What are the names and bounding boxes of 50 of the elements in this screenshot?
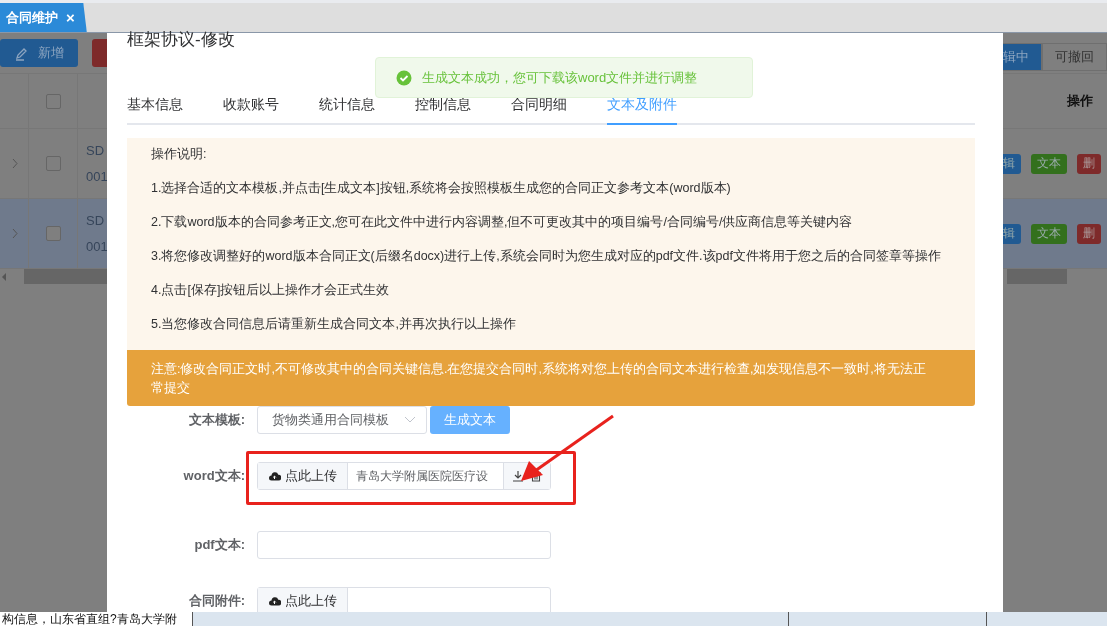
table-cell-text: 001 (86, 167, 107, 186)
text-button[interactable]: 文本 (1031, 153, 1067, 174)
success-toast: 生成文本成功，您可下载该word文件并进行调整 (375, 57, 753, 98)
column-header: 操作 (1067, 92, 1093, 110)
add-button[interactable]: 新增 (0, 39, 78, 67)
instruction-text: 2.下载word版本的合同参考正文,您可在此文件中进行内容调整,但不可更改其中的项目编号/合同编号/供应商信息等关键内容 (151, 214, 854, 231)
template-select[interactable]: 货物类通用合同模板 (257, 406, 427, 434)
checkbox[interactable] (45, 156, 61, 171)
delete-button[interactable]: 删 (1077, 223, 1101, 244)
cloud-upload-icon (268, 594, 281, 608)
tab[interactable]: 合同明细 (511, 96, 567, 123)
upload-button[interactable]: 点此上传 (258, 588, 348, 614)
edit-button[interactable]: 辑 (1003, 223, 1021, 244)
status-tab[interactable]: 可撤回 (1042, 43, 1107, 71)
tab[interactable]: 合同维护 × (0, 3, 87, 32)
table-cell-text: 001 (86, 237, 107, 256)
text-button[interactable]: 文本 (1031, 223, 1067, 244)
field-label: pdf文本: (193, 536, 245, 554)
checkbox[interactable] (45, 93, 61, 109)
instructions-heading: 操作说明: (151, 146, 208, 163)
generate-button[interactable]: 生成文本 (430, 406, 510, 434)
status-text: 构信息，山东省直组?青岛大学附 (0, 612, 193, 626)
scrollbar-track (1007, 269, 1067, 284)
instruction-text: 4.点击[保存]按钮后以上操作才会正式生效 (151, 282, 391, 299)
cloud-upload-icon (268, 469, 281, 483)
warning-notice: 注意:修改合同正文时,不可修改其中的合同关键信息.在您提交合同时,系统将对您上传的合同文本进行检查,如发现信息不一致时,将无法正常提交 (127, 350, 975, 406)
tab[interactable]: 基本信息 (127, 96, 183, 123)
check-circle-icon (396, 69, 412, 86)
upload-button[interactable]: 点此上传 (258, 463, 348, 489)
field-label: word文本: (182, 467, 245, 485)
instruction-text: 3.将您修改调整好的word版本合同正文(后缀名docx)进行上传,系统会同时为您生成对应的pdf文件.该pdf文件将用于您之后的合同签章等操作 (151, 248, 942, 265)
tab[interactable]: 收款账号 (223, 96, 279, 123)
download-icon (512, 470, 524, 482)
dialog-title: 框架协议-修改 (127, 30, 235, 49)
delete-button[interactable]: 删 (1077, 153, 1101, 174)
chevron-down-icon (404, 416, 416, 424)
upload-field[interactable]: 点此上传 青岛大学附属医院医疗设 (257, 462, 551, 490)
file-name: 青岛大学附属医院医疗设 (355, 467, 489, 485)
tab[interactable]: 控制信息 (415, 96, 471, 123)
instruction-text: 5.当您修改合同信息后请重新生成合同文本,并再次执行以上操作 (151, 316, 517, 333)
field-label: 文本模板: (187, 411, 245, 429)
table-cell-text: SD (86, 211, 106, 230)
close-icon[interactable]: × (66, 9, 75, 26)
instruction-text: 1.选择合适的文本模板,并点击[生成文本]按钮,系统将会按照模板生成您的合同正文参考文本(word版本) (151, 180, 732, 197)
checkbox[interactable] (45, 226, 61, 241)
field-label: 合同附件: (187, 592, 245, 610)
table-cell-text: SD (86, 141, 106, 160)
input-field[interactable] (257, 531, 551, 559)
tab[interactable]: 统计信息 (319, 96, 375, 123)
edit-button[interactable]: 辑 (1003, 153, 1021, 174)
